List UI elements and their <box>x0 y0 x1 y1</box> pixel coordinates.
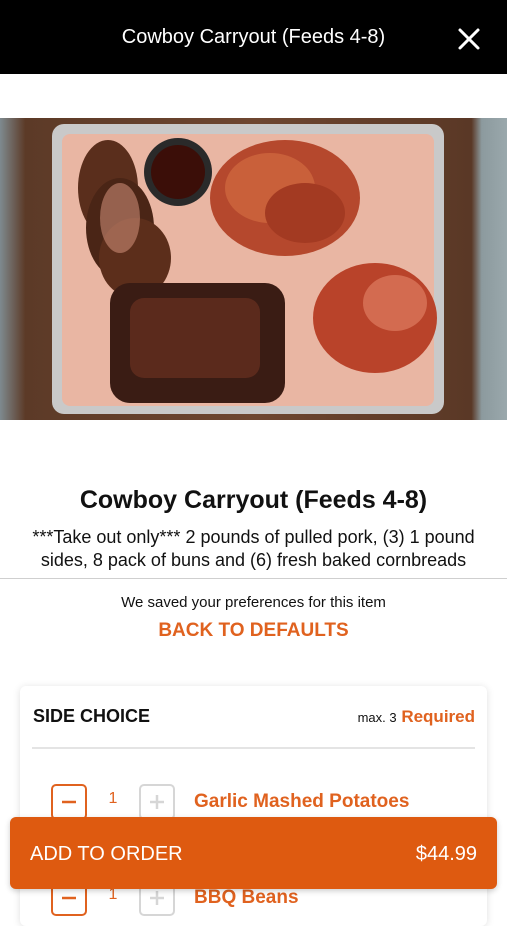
increase-button[interactable] <box>139 784 175 820</box>
order-price: $44.99 <box>415 843 477 865</box>
sausage <box>313 263 437 373</box>
saved-preferences-text: We saved your preferences for this item <box>121 594 386 611</box>
header-bar: Cowboy Carryout (Feeds 4-8) <box>0 0 507 74</box>
item-description: ***Take out only*** 2 pounds of pulled p… <box>32 527 475 570</box>
item-image <box>0 118 507 420</box>
requirement-info: max. 3 Required <box>358 707 475 727</box>
decrease-button[interactable] <box>51 784 87 820</box>
close-icon <box>458 28 480 50</box>
item-title: Cowboy Carryout (Feeds 4-8) <box>79 486 428 514</box>
section-title: SIDE CHOICE <box>33 706 151 726</box>
ribs <box>110 283 285 403</box>
add-to-order-button[interactable]: ADD TO ORDER $44.99 <box>10 817 497 889</box>
plus-icon <box>150 795 164 809</box>
option-name: BBQ Beans <box>194 887 299 908</box>
max-label: max. 3 <box>357 710 397 725</box>
minus-icon <box>62 800 76 804</box>
required-label: Required <box>401 707 475 726</box>
pulled-pork <box>210 140 360 256</box>
option-name: Garlic Mashed Potatoes <box>194 791 410 812</box>
add-to-order-label: ADD TO ORDER <box>30 843 183 865</box>
side-choice-card: SIDE CHOICE max. 3 Required 1 Garlic Mas… <box>20 686 487 926</box>
quantity-value: 1 <box>108 790 118 807</box>
back-to-defaults-link[interactable]: BACK TO DEFAULTS <box>0 620 507 642</box>
divider <box>0 578 507 579</box>
close-button[interactable] <box>454 24 484 54</box>
header-title: Cowboy Carryout (Feeds 4-8) <box>121 26 386 48</box>
card-divider <box>32 747 475 749</box>
